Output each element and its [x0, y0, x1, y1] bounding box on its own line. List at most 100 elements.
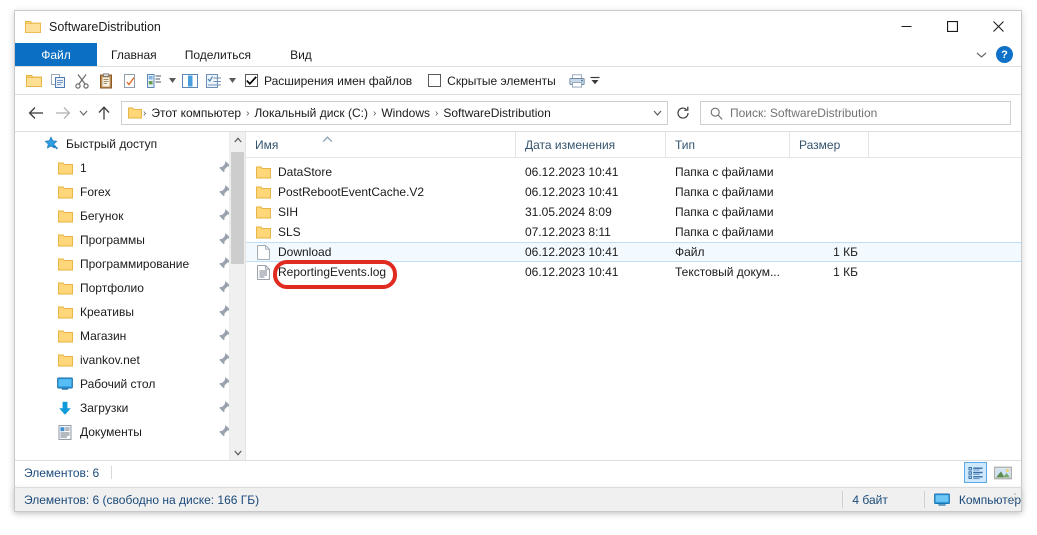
hidden-items-checkbox[interactable] [428, 74, 442, 87]
large-icons-view-icon[interactable] [991, 462, 1014, 483]
details-view-icon[interactable] [964, 462, 987, 483]
breadcrumb-softwaredistribution[interactable]: SoftwareDistribution [439, 106, 554, 120]
sidebar-item-forex[interactable]: Forex [15, 180, 245, 204]
properties-icon[interactable] [143, 70, 165, 92]
file-type-cell: Папка с файлами [675, 225, 774, 239]
address-bar-row: › Этот компьютер › Локальный диск (C:) ›… [15, 95, 1021, 131]
table-row[interactable]: DataStore 06.12.2023 10:41 Папка с файла… [246, 162, 1021, 182]
sidebar-item-label: 1 [80, 161, 87, 175]
sidebar-item-label: Документы [80, 425, 142, 439]
scroll-down-arrow-icon[interactable] [230, 445, 245, 460]
sidebar-item-programmirovanie[interactable]: Программирование [15, 252, 245, 276]
table-row[interactable]: SIH 31.05.2024 8:09 Папка с файлами [246, 202, 1021, 222]
folder-icon [57, 328, 73, 344]
new-folder-icon[interactable] [23, 70, 45, 92]
back-button[interactable] [23, 100, 49, 126]
folder-icon [57, 280, 73, 296]
scroll-up-arrow-icon[interactable] [230, 132, 245, 147]
chevron-down-icon[interactable] [647, 110, 667, 116]
column-header-label: Дата изменения [525, 137, 616, 152]
column-header-type[interactable]: Тип [666, 132, 790, 157]
rename-icon[interactable] [119, 70, 141, 92]
up-button[interactable] [91, 100, 117, 126]
search-icon [710, 107, 723, 120]
sidebar-item-desktop[interactable]: Рабочий стол [15, 372, 245, 396]
file-date-cell: 06.12.2023 10:41 [525, 185, 619, 199]
sidebar-item-ivankov-net[interactable]: ivankov.net [15, 348, 245, 372]
sidebar-item-label: Портфолио [80, 281, 144, 295]
table-row[interactable]: ReportingEvents.log 06.12.2023 10:41 Тек… [246, 262, 1021, 282]
search-box[interactable]: Поиск: SoftwareDistribution [700, 101, 1011, 125]
file-type-cell: Файл [675, 245, 705, 259]
sidebar-item-label: Магазин [80, 329, 127, 343]
navigation-pane: Быстрый доступ 1 Forex Бегунок Программы… [15, 132, 245, 460]
table-row[interactable]: PostRebootEventCache.V2 06.12.2023 10:41… [246, 182, 1021, 202]
file-blank-icon [255, 244, 271, 260]
sidebar-item-label: Рабочий стол [80, 377, 156, 391]
table-row[interactable]: SLS 07.12.2023 8:11 Папка с файлами [246, 222, 1021, 242]
preview-pane-icon[interactable] [179, 70, 201, 92]
file-extensions-checkbox[interactable] [245, 74, 258, 87]
sidebar-item-1[interactable]: 1 [15, 156, 245, 180]
desktop-icon [57, 376, 73, 392]
forward-button[interactable] [49, 100, 75, 126]
tab-view[interactable]: Вид [265, 43, 337, 66]
sidebar-item-portfolio[interactable]: Портфолио [15, 276, 245, 300]
recent-locations-button[interactable] [75, 100, 91, 126]
status-bar: Элементов: 6 (свободно на диске: 166 ГБ)… [14, 487, 1022, 512]
column-header-size[interactable]: Размер [790, 132, 869, 157]
select-options-dropdown-icon[interactable] [227, 70, 237, 92]
maximize-button[interactable] [929, 11, 975, 42]
folder-icon [255, 164, 271, 180]
file-name-label: SIH [278, 205, 299, 219]
copy-icon[interactable] [47, 70, 69, 92]
folder-icon [255, 204, 271, 220]
sidebar-item-label: Бегунок [80, 209, 124, 223]
paste-icon[interactable] [95, 70, 117, 92]
sidebar-item-label: Быстрый доступ [66, 137, 158, 151]
file-name-cell: ReportingEvents.log [246, 264, 516, 280]
folder-icon [57, 160, 73, 176]
tab-share[interactable]: Поделиться [171, 43, 265, 66]
chevron-down-icon[interactable] [973, 47, 989, 63]
tab-file[interactable]: Файл [15, 43, 97, 66]
folder-icon [57, 208, 73, 224]
sidebar-item-quick-access[interactable]: Быстрый доступ [15, 132, 245, 156]
help-icon[interactable]: ? [996, 46, 1013, 63]
printer-icon[interactable] [566, 70, 588, 92]
sidebar-item-kreativy[interactable]: Креативы [15, 300, 245, 324]
resize-grip-icon[interactable] [1006, 490, 1017, 508]
column-header-date-modified[interactable]: Дата изменения [516, 132, 666, 157]
sidebar-item-programmy[interactable]: Программы [15, 228, 245, 252]
folder-icon [57, 232, 73, 248]
sort-ascending-icon [322, 132, 333, 146]
sidebar-item-documents[interactable]: Документы [15, 420, 245, 444]
column-header-name[interactable]: Имя [246, 132, 516, 157]
customize-dropdown-icon[interactable] [590, 70, 600, 92]
star-pin-icon [43, 136, 59, 152]
breadcrumb-local-disk[interactable]: Локальный диск (C:) [250, 106, 372, 120]
refresh-button[interactable] [670, 100, 696, 126]
ribbon-right-controls: ? [973, 43, 1017, 66]
column-header-label: Имя [255, 137, 279, 152]
navigation-pane-scrollbar[interactable] [229, 132, 245, 460]
select-options-icon[interactable] [203, 70, 225, 92]
file-name-cell: SIH [246, 204, 516, 220]
address-breadcrumb-bar[interactable]: › Этот компьютер › Локальный диск (C:) ›… [121, 101, 668, 125]
sidebar-item-magazin[interactable]: Магазин [15, 324, 245, 348]
table-row-download[interactable]: Download 06.12.2023 10:41 Файл 1 КБ [246, 242, 1021, 262]
sidebar-item-label: ivankov.net [80, 353, 140, 367]
properties-dropdown-icon[interactable] [167, 70, 177, 92]
cut-icon[interactable] [71, 70, 93, 92]
breadcrumb-this-pc[interactable]: Этот компьютер [147, 106, 245, 120]
search-input[interactable]: Поиск: SoftwareDistribution [730, 106, 877, 120]
tab-home[interactable]: Главная [97, 43, 171, 66]
sidebar-item-begunok[interactable]: Бегунок [15, 204, 245, 228]
scrollbar-thumb[interactable] [231, 152, 244, 264]
minimize-button[interactable] [883, 11, 929, 42]
file-name-label: SLS [278, 225, 301, 239]
breadcrumb-windows[interactable]: Windows [377, 106, 434, 120]
sidebar-item-downloads[interactable]: Загрузки [15, 396, 245, 420]
file-date-cell: 07.12.2023 8:11 [525, 225, 611, 239]
close-button[interactable] [975, 11, 1021, 42]
